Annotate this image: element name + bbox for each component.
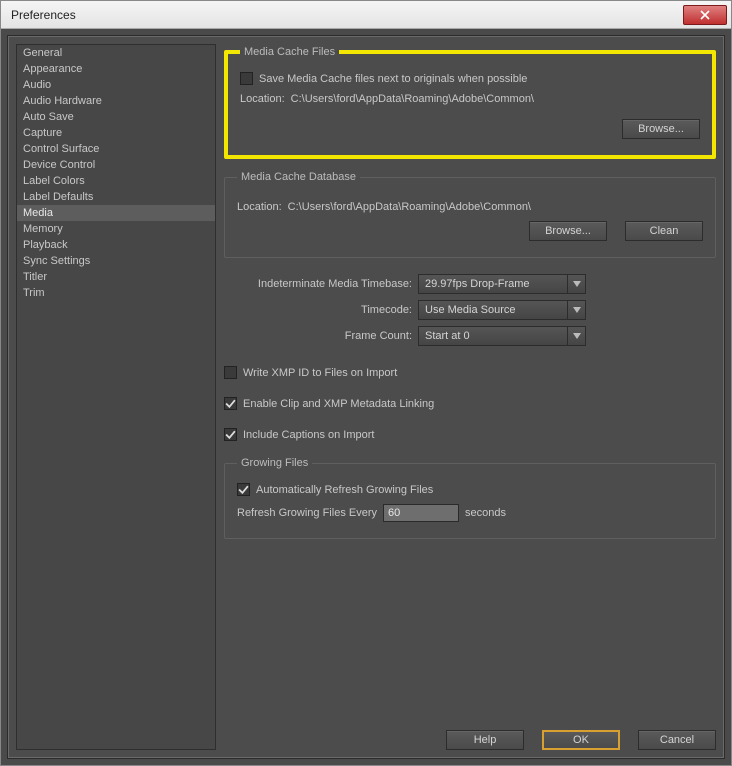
timecode-label: Timecode:	[224, 304, 412, 316]
mcf-buttons: Browse...	[240, 119, 700, 139]
save-next-row: Save Media Cache files next to originals…	[240, 72, 700, 85]
auto-refresh-checkbox[interactable]	[237, 483, 250, 496]
sidebar-item-titler[interactable]: Titler	[17, 269, 215, 285]
ok-button[interactable]: OK	[542, 730, 620, 750]
timebase-select[interactable]: 29.97fps Drop-Frame	[418, 274, 586, 294]
growing-files-group: Growing Files Automatically Refresh Grow…	[224, 457, 716, 539]
save-next-checkbox[interactable]	[240, 72, 253, 85]
write-xmp-row: Write XMP ID to Files on Import	[224, 366, 716, 379]
timebase-label: Indeterminate Media Timebase:	[224, 278, 412, 290]
sidebar-item-device-control[interactable]: Device Control	[17, 157, 215, 173]
write-xmp-checkbox[interactable]	[224, 366, 237, 379]
chevron-down-icon	[567, 327, 585, 345]
sidebar-item-media[interactable]: Media	[17, 205, 215, 221]
mcd-location-value: C:\Users\ford\AppData\Roaming\Adobe\Comm…	[288, 201, 531, 213]
cancel-button[interactable]: Cancel	[638, 730, 716, 750]
auto-refresh-row: Automatically Refresh Growing Files	[237, 483, 703, 496]
growing-files-legend: Growing Files	[237, 457, 312, 469]
sidebar-item-sync-settings[interactable]: Sync Settings	[17, 253, 215, 269]
sidebar-item-capture[interactable]: Capture	[17, 125, 215, 141]
media-cache-database-legend: Media Cache Database	[237, 171, 360, 183]
close-button[interactable]	[683, 5, 727, 25]
framecount-label: Frame Count:	[224, 330, 412, 342]
sidebar-item-audio[interactable]: Audio	[17, 77, 215, 93]
framecount-select[interactable]: Start at 0	[418, 326, 586, 346]
titlebar: Preferences	[1, 1, 731, 29]
mcf-location-label: Location:	[240, 93, 285, 105]
refresh-every-label: Refresh Growing Files Every	[237, 507, 377, 519]
framecount-value: Start at 0	[425, 330, 470, 342]
sidebar-item-label-defaults[interactable]: Label Defaults	[17, 189, 215, 205]
check-icon	[238, 484, 249, 495]
dropdown-section: Indeterminate Media Timebase: 29.97fps D…	[224, 268, 716, 352]
window-title: Preferences	[11, 8, 683, 22]
settings-panel: Media Cache Files Save Media Cache files…	[224, 44, 716, 750]
save-next-label: Save Media Cache files next to originals…	[259, 73, 527, 85]
include-captions-row: Include Captions on Import	[224, 428, 716, 441]
check-icon	[225, 429, 236, 440]
auto-refresh-label: Automatically Refresh Growing Files	[256, 484, 433, 496]
refresh-every-row: Refresh Growing Files Every 60 seconds	[237, 504, 703, 522]
framecount-row: Frame Count: Start at 0	[224, 326, 716, 346]
help-button[interactable]: Help	[446, 730, 524, 750]
enable-clip-label: Enable Clip and XMP Metadata Linking	[243, 398, 434, 410]
sidebar-item-playback[interactable]: Playback	[17, 237, 215, 253]
chevron-down-icon	[567, 301, 585, 319]
dialog-body: General Appearance Audio Audio Hardware …	[7, 35, 725, 759]
timecode-row: Timecode: Use Media Source	[224, 300, 716, 320]
timecode-select[interactable]: Use Media Source	[418, 300, 586, 320]
sidebar-item-auto-save[interactable]: Auto Save	[17, 109, 215, 125]
mcd-clean-button[interactable]: Clean	[625, 221, 703, 241]
chevron-down-icon	[567, 275, 585, 293]
sidebar-item-control-surface[interactable]: Control Surface	[17, 141, 215, 157]
include-captions-label: Include Captions on Import	[243, 429, 374, 441]
mcd-buttons: Browse... Clean	[237, 221, 703, 241]
category-sidebar: General Appearance Audio Audio Hardware …	[16, 44, 216, 750]
sidebar-item-label-colors[interactable]: Label Colors	[17, 173, 215, 189]
mcd-location-label: Location:	[237, 201, 282, 213]
seconds-label: seconds	[465, 507, 506, 519]
sidebar-item-general[interactable]: General	[17, 45, 215, 61]
mcf-location-value: C:\Users\ford\AppData\Roaming\Adobe\Comm…	[291, 93, 534, 105]
mcd-browse-button[interactable]: Browse...	[529, 221, 607, 241]
timecode-value: Use Media Source	[425, 304, 516, 316]
sidebar-item-appearance[interactable]: Appearance	[17, 61, 215, 77]
sidebar-item-audio-hardware[interactable]: Audio Hardware	[17, 93, 215, 109]
sidebar-item-trim[interactable]: Trim	[17, 285, 215, 301]
refresh-every-input[interactable]: 60	[383, 504, 459, 522]
timebase-value: 29.97fps Drop-Frame	[425, 278, 530, 290]
enable-clip-row: Enable Clip and XMP Metadata Linking	[224, 397, 716, 410]
dialog-footer: Help OK Cancel	[16, 730, 716, 750]
enable-clip-checkbox[interactable]	[224, 397, 237, 410]
check-icon	[225, 398, 236, 409]
mcf-browse-button[interactable]: Browse...	[622, 119, 700, 139]
mcf-location-row: Location: C:\Users\ford\AppData\Roaming\…	[240, 93, 700, 105]
media-cache-files-group: Media Cache Files Save Media Cache files…	[224, 46, 716, 159]
media-cache-files-legend: Media Cache Files	[240, 46, 339, 58]
timebase-row: Indeterminate Media Timebase: 29.97fps D…	[224, 274, 716, 294]
preferences-window: Preferences General Appearance Audio Aud…	[0, 0, 732, 766]
mcd-location-row: Location: C:\Users\ford\AppData\Roaming\…	[237, 201, 703, 213]
write-xmp-label: Write XMP ID to Files on Import	[243, 367, 397, 379]
include-captions-checkbox[interactable]	[224, 428, 237, 441]
close-icon	[700, 10, 710, 20]
media-cache-database-group: Media Cache Database Location: C:\Users\…	[224, 171, 716, 258]
sidebar-item-memory[interactable]: Memory	[17, 221, 215, 237]
